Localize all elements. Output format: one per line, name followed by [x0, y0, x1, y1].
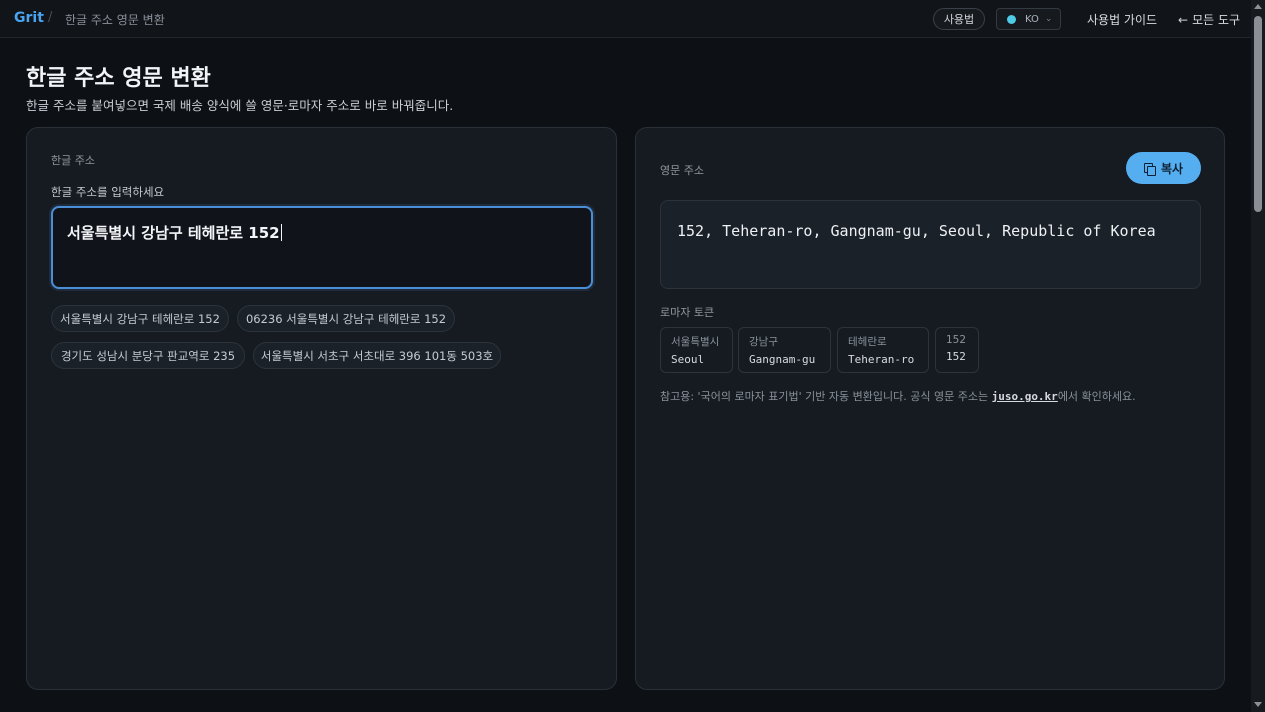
text-caret [280, 224, 282, 241]
arrow-left-icon: ← [1178, 13, 1189, 27]
app-root: Grit / 한글 주소 영문 변환 사용법 KO ⌄ 사용법 가이드 ← 모든 … [0, 0, 1251, 712]
all-tools-label: 모든 도구 [1192, 13, 1241, 27]
token-card: 서울특별시 Seoul [660, 327, 733, 373]
note-text-before: 참고용: '국어의 로마자 표기법' 기반 자동 변환입니다. 공식 영문 주소… [660, 390, 992, 403]
all-tools-link[interactable]: ← 모든 도구 [1178, 11, 1240, 28]
korean-address-input[interactable]: 서울특별시 강남구 테헤란로 152 [51, 206, 593, 289]
token-roman: Teheran-ro [848, 353, 915, 366]
token-card: 강남구 Gangnam-gu [738, 327, 831, 373]
token-roman: 152 [946, 350, 966, 363]
token-roman: Seoul [671, 353, 705, 366]
address-field-label: 한글 주소를 입력하세요 [51, 185, 165, 199]
breadcrumb: 한글 주소 영문 변환 [65, 13, 165, 27]
usage-guide-link[interactable]: 사용법 가이드 [1087, 11, 1157, 28]
input-panel: 한글 주소 한글 주소를 입력하세요 서울특별시 강남구 테헤란로 152 서울… [26, 127, 617, 690]
breadcrumb-separator: / [48, 10, 53, 25]
top-bar: Grit / 한글 주소 영문 변환 사용법 KO ⌄ 사용법 가이드 ← 모든 … [0, 0, 1251, 38]
globe-icon [1007, 14, 1016, 24]
note-text-after: 에서 확인하세요. [1057, 390, 1136, 403]
brand-logo[interactable]: Grit [14, 10, 44, 26]
reference-note: 참고용: '국어의 로마자 표기법' 기반 자동 변환입니다. 공식 영문 주소… [660, 388, 1136, 404]
input-section-label: 한글 주소 [51, 154, 95, 167]
scrollbar-thumb[interactable] [1254, 16, 1262, 212]
copy-icon [1143, 162, 1156, 176]
chevron-down-icon: ⌄ [1044, 14, 1053, 24]
copy-button[interactable]: 복사 [1126, 152, 1201, 184]
example-chip[interactable]: 서울특별시 서초구 서초대로 396 101동 503호 [253, 342, 501, 369]
language-select[interactable]: KO ⌄ [996, 8, 1061, 30]
page-subtitle: 한글 주소를 붙여넣으면 국제 배송 양식에 쓸 영문·로마자 주소로 바로 바… [26, 98, 454, 113]
token-korean: 강남구 [749, 336, 778, 348]
example-chip[interactable]: 서울특별시 강남구 테헤란로 152 [51, 305, 229, 332]
usage-button[interactable]: 사용법 [933, 8, 985, 30]
output-panel: 영문 주소 복사 152, Teheran-ro, Gangnam-gu, Se… [635, 127, 1225, 690]
juso-link[interactable]: juso.go.kr [992, 390, 1058, 403]
token-card: 152 152 [935, 327, 979, 373]
token-korean: 152 [946, 334, 967, 346]
example-chip[interactable]: 경기도 성남시 분당구 판교역로 235 [51, 342, 245, 369]
korean-address-value: 서울특별시 강남구 테헤란로 152 [67, 224, 280, 242]
copy-label: 복사 [1160, 161, 1184, 176]
page-scrollbar[interactable] [1251, 0, 1265, 712]
scroll-down-arrow-icon[interactable] [1254, 702, 1262, 707]
token-korean: 서울특별시 [671, 336, 720, 348]
token-korean: 테헤란로 [848, 336, 887, 348]
example-chip[interactable]: 06236 서울특별시 강남구 테헤란로 152 [237, 305, 455, 332]
token-roman: Gangnam-gu [749, 353, 816, 366]
english-address-output: 152, Teheran-ro, Gangnam-gu, Seoul, Repu… [660, 200, 1201, 289]
token-card: 테헤란로 Teheran-ro [837, 327, 929, 373]
page-title: 한글 주소 영문 변환 [26, 66, 211, 91]
output-section-label: 영문 주소 [660, 164, 704, 177]
language-label: KO [1025, 13, 1039, 25]
tokens-label: 로마자 토큰 [660, 306, 715, 319]
scroll-up-arrow-icon[interactable] [1254, 4, 1262, 9]
